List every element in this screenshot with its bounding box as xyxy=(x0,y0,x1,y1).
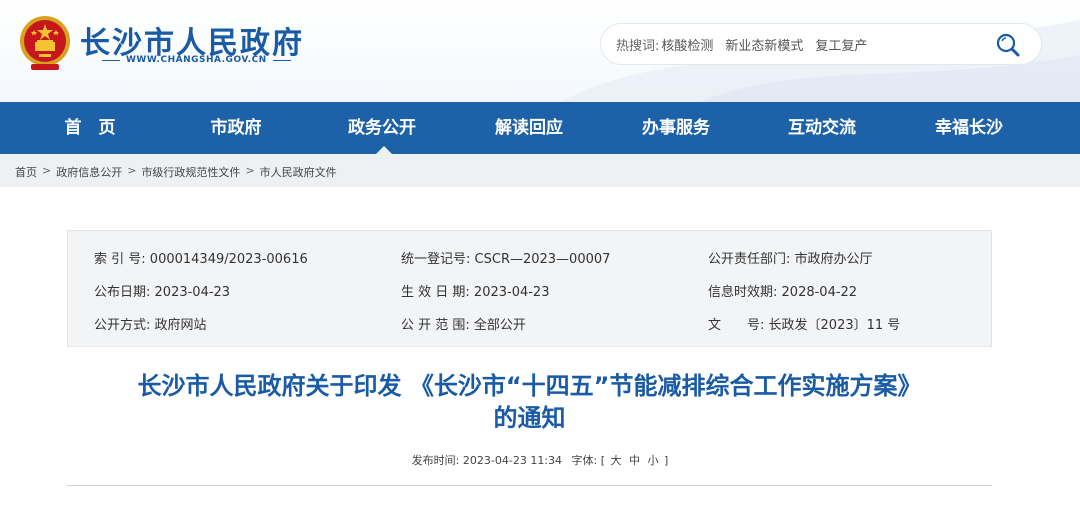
search-icon[interactable] xyxy=(995,32,1021,58)
info-value: 市政府办公厅 xyxy=(794,252,873,267)
font-size-medium-button[interactable]: 中 xyxy=(629,454,640,467)
font-size-small-button[interactable]: 小 xyxy=(648,454,659,467)
info-dept: 公开责任部门: 市政府办公厅 xyxy=(708,248,873,267)
info-label: 公 开 范 围: xyxy=(401,318,470,333)
info-effective-date: 生 效 日 期: 2023-04-23 xyxy=(401,281,549,300)
nav-item-home[interactable]: 首 页 xyxy=(30,102,150,154)
info-publish-date: 公布日期: 2023-04-23 xyxy=(94,281,230,300)
info-label: 公布日期: xyxy=(94,285,151,300)
nav-item-interpretation[interactable]: 解读回应 xyxy=(469,102,589,154)
info-value: 2023-04-23 xyxy=(154,285,231,300)
site-url: WWW.CHANGSHA.GOV.CN xyxy=(126,55,267,65)
info-label: 信息时效期: xyxy=(708,285,778,300)
info-label: 公开责任部门: xyxy=(708,252,791,267)
breadcrumb-link-home[interactable]: 首页 xyxy=(15,164,37,180)
hot-search-label: 热搜词: xyxy=(616,38,660,54)
divider xyxy=(272,59,291,61)
national-emblem-icon[interactable] xyxy=(17,14,73,74)
article-meta: 发布时间: 2023-04-23 11:34 字体: [ 大 中 小 ] xyxy=(0,452,1080,468)
info-index-no: 索 引 号: 000014349/2023-00616 xyxy=(94,248,308,267)
info-doc-no: 文 号: 长政发〔2023〕11 号 xyxy=(708,314,900,333)
title-line-1: 长沙市人民政府关于印发 《长沙市“十四五”节能减排综合工作实施方案》 xyxy=(137,372,922,400)
breadcrumb: 首页 > 政府信息公开 > 市级行政规范性文件 > 市人民政府文件 xyxy=(15,164,337,180)
info-public-method: 公开方式: 政府网站 xyxy=(94,314,207,333)
info-value: 2023-04-23 xyxy=(473,285,550,300)
nav-item-city-government[interactable]: 市政府 xyxy=(176,102,296,154)
breadcrumb-separator: > xyxy=(127,164,137,177)
breadcrumb-link-info-disclosure[interactable]: 政府信息公开 xyxy=(56,164,122,180)
info-value: 长政发〔2023〕11 号 xyxy=(768,318,901,333)
info-value: 政府网站 xyxy=(154,318,207,333)
font-size-large-button[interactable]: 大 xyxy=(611,454,622,467)
info-label: 索 引 号: xyxy=(94,252,146,267)
page-title: 长沙市人民政府关于印发 《长沙市“十四五”节能减排综合工作实施方案》 的通知 xyxy=(67,370,992,434)
info-public-scope: 公 开 范 围: 全部公开 xyxy=(401,314,526,333)
info-label: 文 号: xyxy=(708,318,765,333)
info-unified-reg: 统一登记号: CSCR—2023—00007 xyxy=(401,248,610,267)
font-bracket-open: [ xyxy=(600,454,606,467)
font-size-label: 字体: xyxy=(571,454,598,467)
font-bracket-close: ] xyxy=(664,454,669,467)
hot-word-link[interactable]: 核酸检测 xyxy=(661,35,713,54)
divider xyxy=(102,59,120,61)
info-label: 统一登记号: xyxy=(401,252,471,267)
title-line-2: 的通知 xyxy=(493,404,566,432)
hot-word-link[interactable]: 新业态新模式 xyxy=(725,35,803,54)
info-value: 2028-04-22 xyxy=(781,285,858,300)
document-info-table: 索 引 号: 000014349/2023-00616 统一登记号: CSCR—… xyxy=(67,230,992,347)
breadcrumb-separator: > xyxy=(245,164,255,177)
info-label: 生 效 日 期: xyxy=(401,285,470,300)
breadcrumb-separator: > xyxy=(42,164,52,177)
divider xyxy=(67,485,992,486)
search-box[interactable]: 热搜词: 核酸检测 新业态新模式 复工复产 xyxy=(600,23,1042,65)
publish-time-label: 发布时间: xyxy=(411,454,460,467)
publish-time: 2023-04-23 11:34 xyxy=(462,454,563,467)
nav-item-happy-changsha[interactable]: 幸福长沙 xyxy=(909,102,1029,154)
info-value: CSCR—2023—00007 xyxy=(474,252,611,267)
breadcrumb-link-city-gov-docs[interactable]: 市人民政府文件 xyxy=(260,164,337,180)
info-label: 公开方式: xyxy=(94,318,151,333)
main-nav: 首 页 市政府 政务公开 解读回应 办事服务 互动交流 幸福长沙 xyxy=(0,102,1080,154)
info-value: 全部公开 xyxy=(473,318,526,333)
hot-word-link[interactable]: 复工复产 xyxy=(815,35,867,54)
breadcrumb-bar: 首页 > 政府信息公开 > 市级行政规范性文件 > 市人民政府文件 xyxy=(0,154,1080,187)
info-value: 000014349/2023-00616 xyxy=(149,252,308,267)
active-nav-indicator xyxy=(376,146,392,154)
nav-item-services[interactable]: 办事服务 xyxy=(616,102,736,154)
nav-item-interaction[interactable]: 互动交流 xyxy=(762,102,882,154)
breadcrumb-link-regulatory-docs[interactable]: 市级行政规范性文件 xyxy=(141,164,240,180)
site-url-row: WWW.CHANGSHA.GOV.CN xyxy=(102,55,291,65)
info-expire-date: 信息时效期: 2028-04-22 xyxy=(708,281,857,300)
site-header: 长沙市人民政府 WWW.CHANGSHA.GOV.CN 热搜词: 核酸检测 新业… xyxy=(0,0,1080,102)
